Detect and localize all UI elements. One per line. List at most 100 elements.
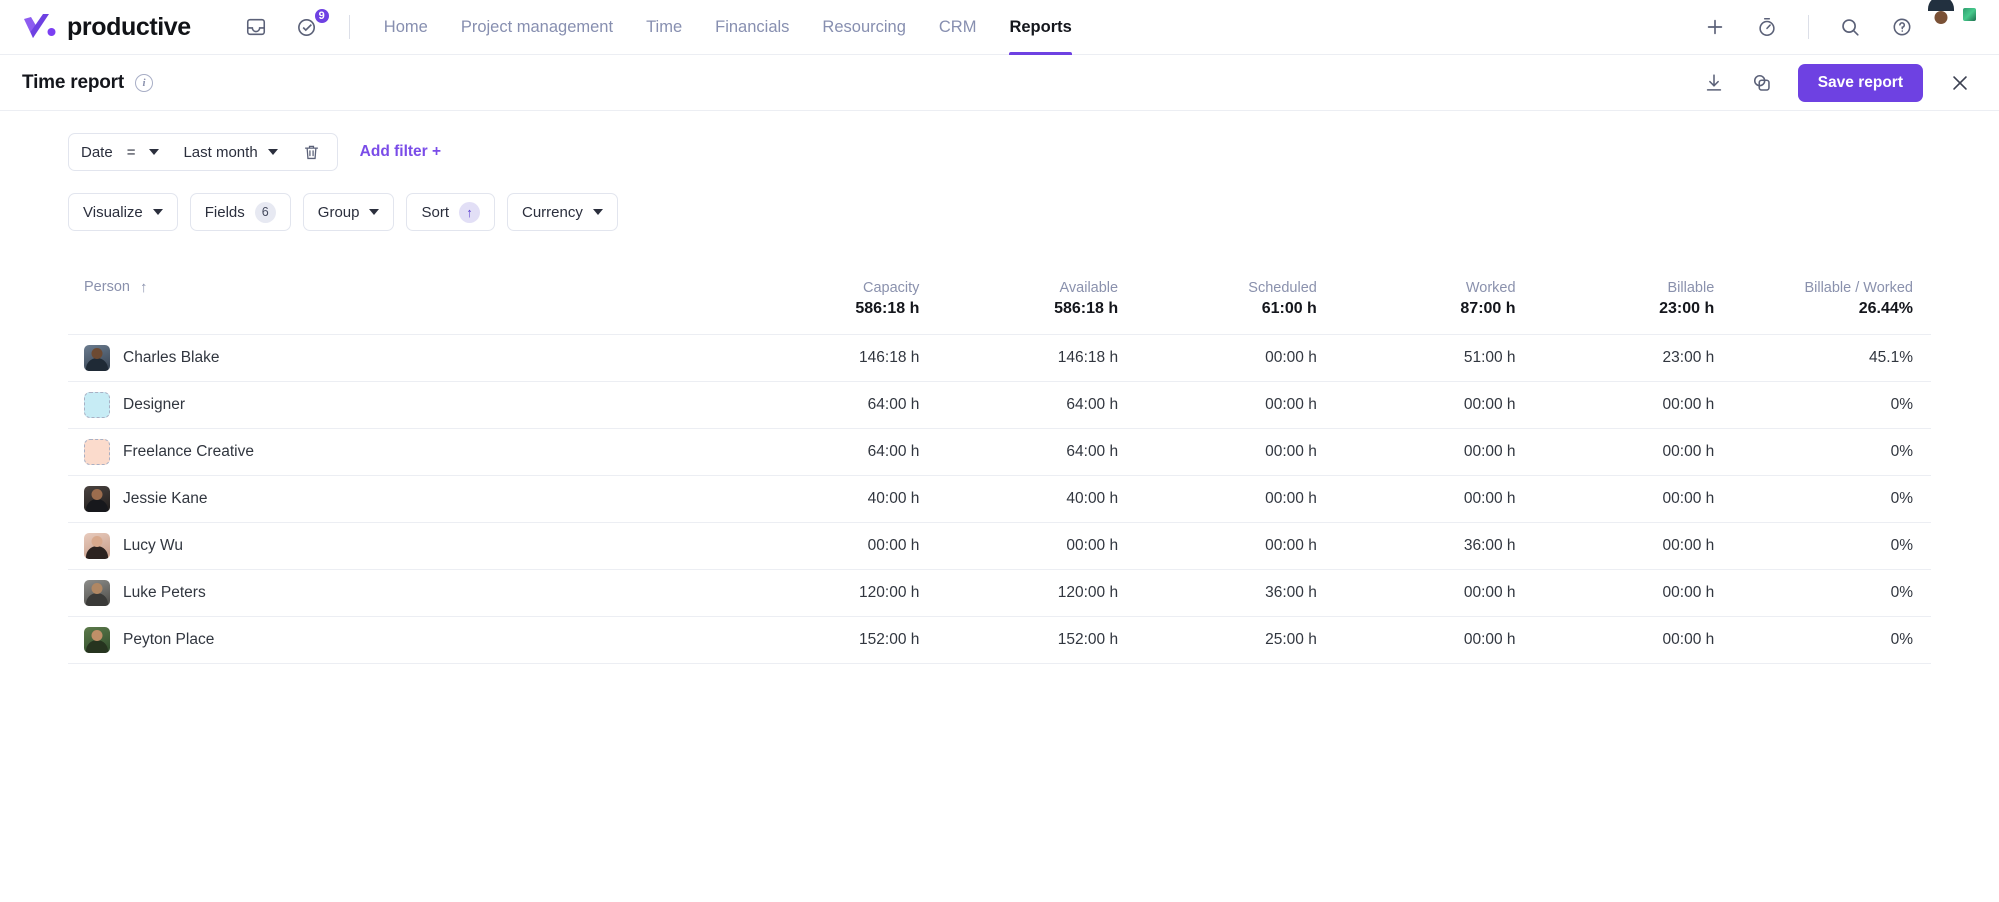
filter-operator-dropdown[interactable] (137, 134, 171, 170)
filter-field-select[interactable]: Date (69, 134, 125, 170)
column-header-available[interactable]: Available 586:18 h (937, 265, 1137, 335)
nav-divider-right (1808, 15, 1809, 39)
nav-link-time[interactable]: Time (646, 0, 682, 55)
duplicate-icon[interactable] (1750, 71, 1774, 95)
cell-available: 00:00 h (1066, 536, 1119, 554)
page-title: Time report (22, 71, 124, 93)
column-total-billable-worked: 26.44% (1858, 299, 1913, 317)
cell-billable-worked: 0% (1890, 630, 1913, 648)
sort-button[interactable]: Sort ↑ (406, 193, 495, 231)
cell-person: Luke Peters (68, 569, 739, 616)
currency-button[interactable]: Currency (507, 193, 618, 231)
cell-person: Freelance Creative (68, 428, 739, 475)
brand-name: productive (67, 12, 191, 41)
column-label-billable-worked: Billable / Worked (1804, 280, 1913, 296)
avatar[interactable] (1941, 6, 1978, 43)
cell-worked: 00:00 h (1463, 583, 1516, 601)
group-button[interactable]: Group (302, 193, 395, 231)
cell-person: Peyton Place (68, 616, 739, 663)
close-icon[interactable] (1947, 70, 1973, 96)
nav-link-financials[interactable]: Financials (715, 0, 789, 55)
group-label: Group (317, 203, 360, 221)
fields-label: Fields (204, 203, 245, 221)
timer-icon[interactable] (1754, 14, 1780, 40)
productive-logo-icon (22, 12, 56, 42)
nav-link-home[interactable]: Home (384, 0, 428, 55)
add-filter-button[interactable]: Add filter + (360, 143, 441, 161)
column-header-scheduled[interactable]: Scheduled 61:00 h (1136, 265, 1335, 335)
help-icon[interactable] (1889, 14, 1915, 40)
cell-available: 64:00 h (1066, 442, 1119, 460)
delete-filter-button[interactable] (290, 143, 333, 162)
visualize-button[interactable]: Visualize (68, 193, 178, 231)
brand-logo[interactable]: productive (22, 12, 191, 42)
table-row[interactable]: Designer 64:00 h 64:00 h 00:00 h 00:00 h 00:0… (68, 381, 1931, 429)
nav-link-resourcing[interactable]: Resourcing (822, 0, 905, 55)
cell-person: Charles Blake (68, 334, 739, 381)
person-avatar (84, 485, 110, 512)
download-icon[interactable] (1702, 71, 1726, 95)
report-table-container: Person ↑ Capacity 586:18 h Available 586… (68, 265, 1931, 664)
column-total-worked: 87:00 h (1460, 299, 1516, 317)
cell-billable: 00:00 h (1662, 395, 1715, 413)
cell-scheduled: 00:00 h (1265, 536, 1317, 554)
currency-label: Currency (522, 203, 583, 221)
sort-ascending-icon: ↑ (139, 278, 148, 296)
fields-button[interactable]: Fields 6 (189, 193, 291, 231)
person-name: Charles Blake (123, 348, 220, 366)
table-row[interactable]: Jessie Kane 40:00 h 40:00 h 00:00 h 00:00 h 0… (68, 475, 1931, 523)
cell-billable: 00:00 h (1662, 630, 1715, 648)
cell-worked: 00:00 h (1463, 489, 1516, 507)
table-body: Charles Blake 146:18 h 146:18 h 00:00 h 51:0… (68, 334, 1931, 664)
save-report-button[interactable]: Save report (1797, 63, 1923, 102)
nav-link-crm[interactable]: CRM (939, 0, 977, 55)
column-label-billable: Billable (1667, 280, 1715, 296)
column-header-worked[interactable]: Worked 87:00 h (1334, 265, 1534, 335)
avatar-status-badge (1961, 6, 1978, 23)
cell-capacity: 152:00 h (859, 630, 920, 648)
table-header-row: Person ↑ Capacity 586:18 h Available 586… (68, 265, 1931, 335)
table-row[interactable]: Luke Peters 120:00 h 120:00 h 36:00 h 00:00 … (68, 569, 1931, 617)
info-icon[interactable]: i (134, 73, 153, 92)
person-avatar (84, 626, 110, 653)
cell-available: 40:00 h (1066, 489, 1119, 507)
filter-field-label: Date (81, 143, 113, 161)
fields-count-badge: 6 (254, 201, 276, 223)
table-row[interactable]: Charles Blake 146:18 h 146:18 h 00:00 h 51:0… (68, 334, 1931, 382)
column-total-scheduled: 61:00 h (1261, 299, 1317, 317)
cell-billable-worked: 0% (1890, 536, 1913, 554)
search-icon[interactable] (1837, 14, 1863, 40)
column-header-billable-worked[interactable]: Billable / Worked 26.44% (1732, 265, 1931, 335)
filter-value-select[interactable]: Last month (171, 134, 289, 170)
table-row[interactable]: Freelance Creative 64:00 h 64:00 h 00:00 h 0… (68, 428, 1931, 476)
sort-direction-icon: ↑ (459, 201, 480, 223)
nav-link-project-management[interactable]: Project management (461, 0, 613, 55)
cell-available: 120:00 h (1057, 583, 1119, 601)
column-label-person: Person (84, 279, 130, 295)
cell-worked: 00:00 h (1463, 395, 1516, 413)
cell-billable: 00:00 h (1662, 583, 1715, 601)
nav-link-reports[interactable]: Reports (1009, 0, 1073, 55)
tasks-icon[interactable]: 9 (295, 7, 331, 40)
plus-icon[interactable] (1702, 14, 1728, 40)
nav-right-actions (1702, 6, 1978, 43)
cell-scheduled: 25:00 h (1265, 630, 1317, 648)
inbox-icon[interactable] (243, 14, 269, 40)
cell-billable-worked: 0% (1890, 583, 1913, 601)
column-label-scheduled: Scheduled (1248, 280, 1317, 296)
column-header-billable[interactable]: Billable 23:00 h (1533, 265, 1733, 335)
column-label-capacity: Capacity (862, 280, 920, 296)
report-header-actions: Save report (1702, 63, 1973, 102)
cell-capacity: 64:00 h (867, 395, 920, 413)
cell-billable: 00:00 h (1662, 536, 1715, 554)
filter-operator[interactable]: = (125, 144, 138, 161)
cell-available: 146:18 h (1057, 348, 1119, 366)
column-header-person[interactable]: Person ↑ (68, 265, 739, 335)
main-nav-links: Home Project management Time Financials … (384, 0, 1073, 55)
cell-billable-worked: 45.1% (1869, 348, 1913, 366)
column-header-capacity[interactable]: Capacity 586:18 h (738, 265, 938, 335)
cell-capacity: 40:00 h (867, 489, 920, 507)
table-row[interactable]: Lucy Wu 00:00 h 00:00 h 00:00 h 36:00 h 00:00… (68, 522, 1931, 570)
table-row[interactable]: Peyton Place 152:00 h 152:00 h 25:00 h 00:00… (68, 616, 1931, 664)
cell-scheduled: 00:00 h (1265, 489, 1317, 507)
